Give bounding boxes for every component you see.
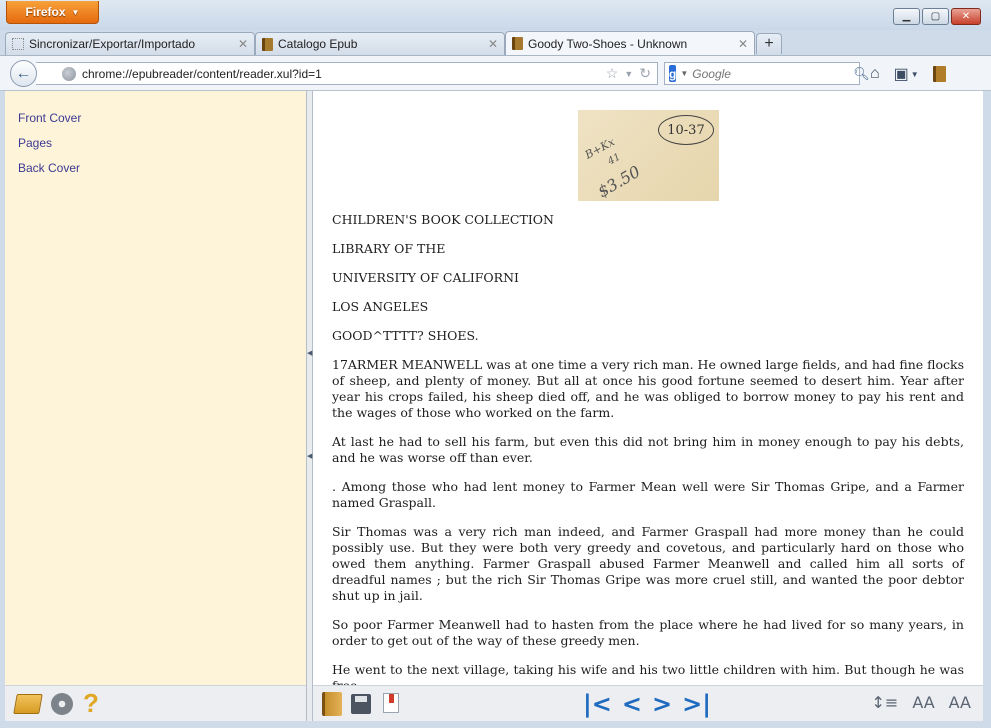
toc-item-front-cover[interactable]: Front Cover	[18, 106, 306, 131]
book-icon	[262, 37, 273, 51]
arrow-left-icon: ←	[15, 64, 32, 82]
line-spacing-icon[interactable]: ↕≡	[872, 693, 899, 712]
bookmarks-icon: ▣	[893, 66, 909, 83]
paragraph: At last he had to sell his farm, but eve…	[332, 434, 964, 465]
search-bar[interactable]: g ▼ 🔍︎	[664, 62, 870, 85]
paragraph: 17ARMER MEANWELL was at one time a very …	[332, 357, 964, 420]
toc-item-back-cover[interactable]: Back Cover	[18, 156, 306, 181]
url-bar[interactable]: chrome://epubreader/content/reader.xul?i…	[36, 62, 658, 85]
stamp-scrawl: $3.50	[594, 161, 644, 202]
close-tab-icon[interactable]: ✕	[238, 37, 248, 51]
reload-icon[interactable]: ↻	[639, 65, 651, 82]
window-controls: ▁ ▢ ✕	[893, 8, 981, 25]
bookmarks-menu-button[interactable]: ▣ ▼	[894, 64, 919, 84]
search-icon[interactable]: 🔍︎	[853, 66, 870, 82]
new-tab-button[interactable]: +	[756, 33, 782, 54]
toc-sidebar: Front Cover Pages Back Cover	[5, 91, 306, 685]
reader-pane: 10-37 B+Kx 41 $3.50 CHILDREN'S BOOK COLL…	[313, 91, 983, 685]
reader-toolbar: |< < > >| ↕≡ AA AA	[313, 685, 983, 721]
close-window-button[interactable]: ✕	[951, 8, 981, 25]
tab-sincronizar[interactable]: Sincronizar/Exportar/Importado ✕	[5, 32, 255, 55]
bookmark-icon[interactable]	[383, 693, 399, 713]
page-navigation: |< < > >|	[583, 690, 711, 718]
text-tools: ↕≡ AA AA	[872, 693, 972, 712]
epubreader-icon[interactable]	[932, 66, 946, 82]
chevron-down-icon[interactable]: ▼	[680, 69, 688, 78]
search-input[interactable]	[692, 66, 850, 81]
book-icon	[512, 37, 523, 50]
chevron-down-icon[interactable]: ▼	[624, 69, 633, 79]
close-tab-icon[interactable]: ✕	[738, 37, 748, 51]
sidebar-toolbar: ?	[5, 685, 306, 721]
last-page-icon[interactable]: >|	[682, 690, 711, 718]
book-text: CHILDREN'S BOOK COLLECTION LIBRARY OF TH…	[332, 212, 964, 685]
paragraph: Sir Thomas was a very rich man indeed, a…	[332, 524, 964, 603]
tab-label: Catalogo Epub	[278, 37, 358, 51]
chevron-down-icon: ▼	[71, 7, 80, 17]
first-page-icon[interactable]: |<	[583, 690, 612, 718]
maximize-button[interactable]: ▢	[922, 8, 949, 25]
star-icon[interactable]: ☆	[606, 65, 619, 82]
chevron-down-icon: ▼	[910, 69, 919, 79]
navigation-bar: chrome://epubreader/content/reader.xul?i…	[0, 55, 991, 91]
toc-list: Front Cover Pages Back Cover	[5, 91, 306, 181]
google-icon[interactable]: g	[669, 65, 677, 82]
open-book-icon[interactable]	[13, 693, 43, 714]
url-text[interactable]: chrome://epubreader/content/reader.xul?i…	[82, 67, 600, 81]
paragraph: He went to the next village, taking his …	[332, 662, 964, 685]
font-smaller-icon[interactable]: AA	[912, 693, 934, 712]
paragraph: CHILDREN'S BOOK COLLECTION	[332, 212, 554, 227]
paragraph: . Among those who had lent money to Farm…	[332, 479, 964, 510]
globe-icon	[62, 66, 76, 81]
window-frame-bottom	[0, 721, 991, 728]
paragraph: GOOD^TTTT? SHOES.	[332, 328, 479, 343]
next-page-icon[interactable]: >	[652, 690, 672, 718]
previous-page-icon[interactable]: <	[622, 690, 642, 718]
plus-icon: +	[764, 35, 774, 52]
home-icon[interactable]: ⌂	[870, 65, 880, 83]
save-icon[interactable]	[351, 694, 371, 714]
paragraph: So poor Farmer Meanwell had to hasten fr…	[332, 617, 964, 648]
tab-strip: Sincronizar/Exportar/Importado ✕ Catalog…	[0, 30, 991, 55]
tab-catalogo-epub[interactable]: Catalogo Epub ✕	[255, 32, 505, 55]
tab-label: Goody Two-Shoes - Unknown	[528, 36, 688, 51]
stamp-scrawl: 41	[606, 151, 623, 168]
library-icon[interactable]	[322, 692, 342, 716]
title-bar: Firefox ▼ ▁ ▢ ✕	[0, 0, 991, 30]
back-button[interactable]: ←	[10, 60, 37, 87]
toc-item-pages[interactable]: Pages	[18, 131, 306, 156]
collapse-arrow-icon[interactable]: ◀	[307, 349, 312, 359]
stamp-circled-number: 10-37	[658, 115, 714, 145]
paragraph: LOS ANGELES	[332, 299, 429, 314]
sidebar-splitter[interactable]: ◀ ◀	[306, 91, 313, 721]
blank-page-icon	[12, 38, 24, 50]
gear-icon[interactable]	[51, 692, 73, 715]
collapse-arrow-icon[interactable]: ◀	[307, 452, 312, 462]
tab-goody-two-shoes[interactable]: Goody Two-Shoes - Unknown ✕	[505, 31, 755, 55]
scanned-stamp-image: 10-37 B+Kx 41 $3.50	[578, 110, 719, 201]
close-tab-icon[interactable]: ✕	[488, 37, 498, 51]
minimize-button[interactable]: ▁	[893, 8, 920, 25]
firefox-menu-button[interactable]: Firefox ▼	[6, 1, 99, 24]
font-larger-icon[interactable]: AA	[949, 693, 971, 712]
paragraph: UNIVERSITY OF CALIFORNI	[332, 270, 519, 285]
paragraph: LIBRARY OF THE	[332, 241, 446, 256]
help-icon[interactable]: ?	[83, 688, 99, 719]
firefox-menu-label: Firefox	[25, 5, 66, 19]
tab-label: Sincronizar/Exportar/Importado	[29, 37, 196, 51]
window-frame-right	[983, 91, 991, 728]
